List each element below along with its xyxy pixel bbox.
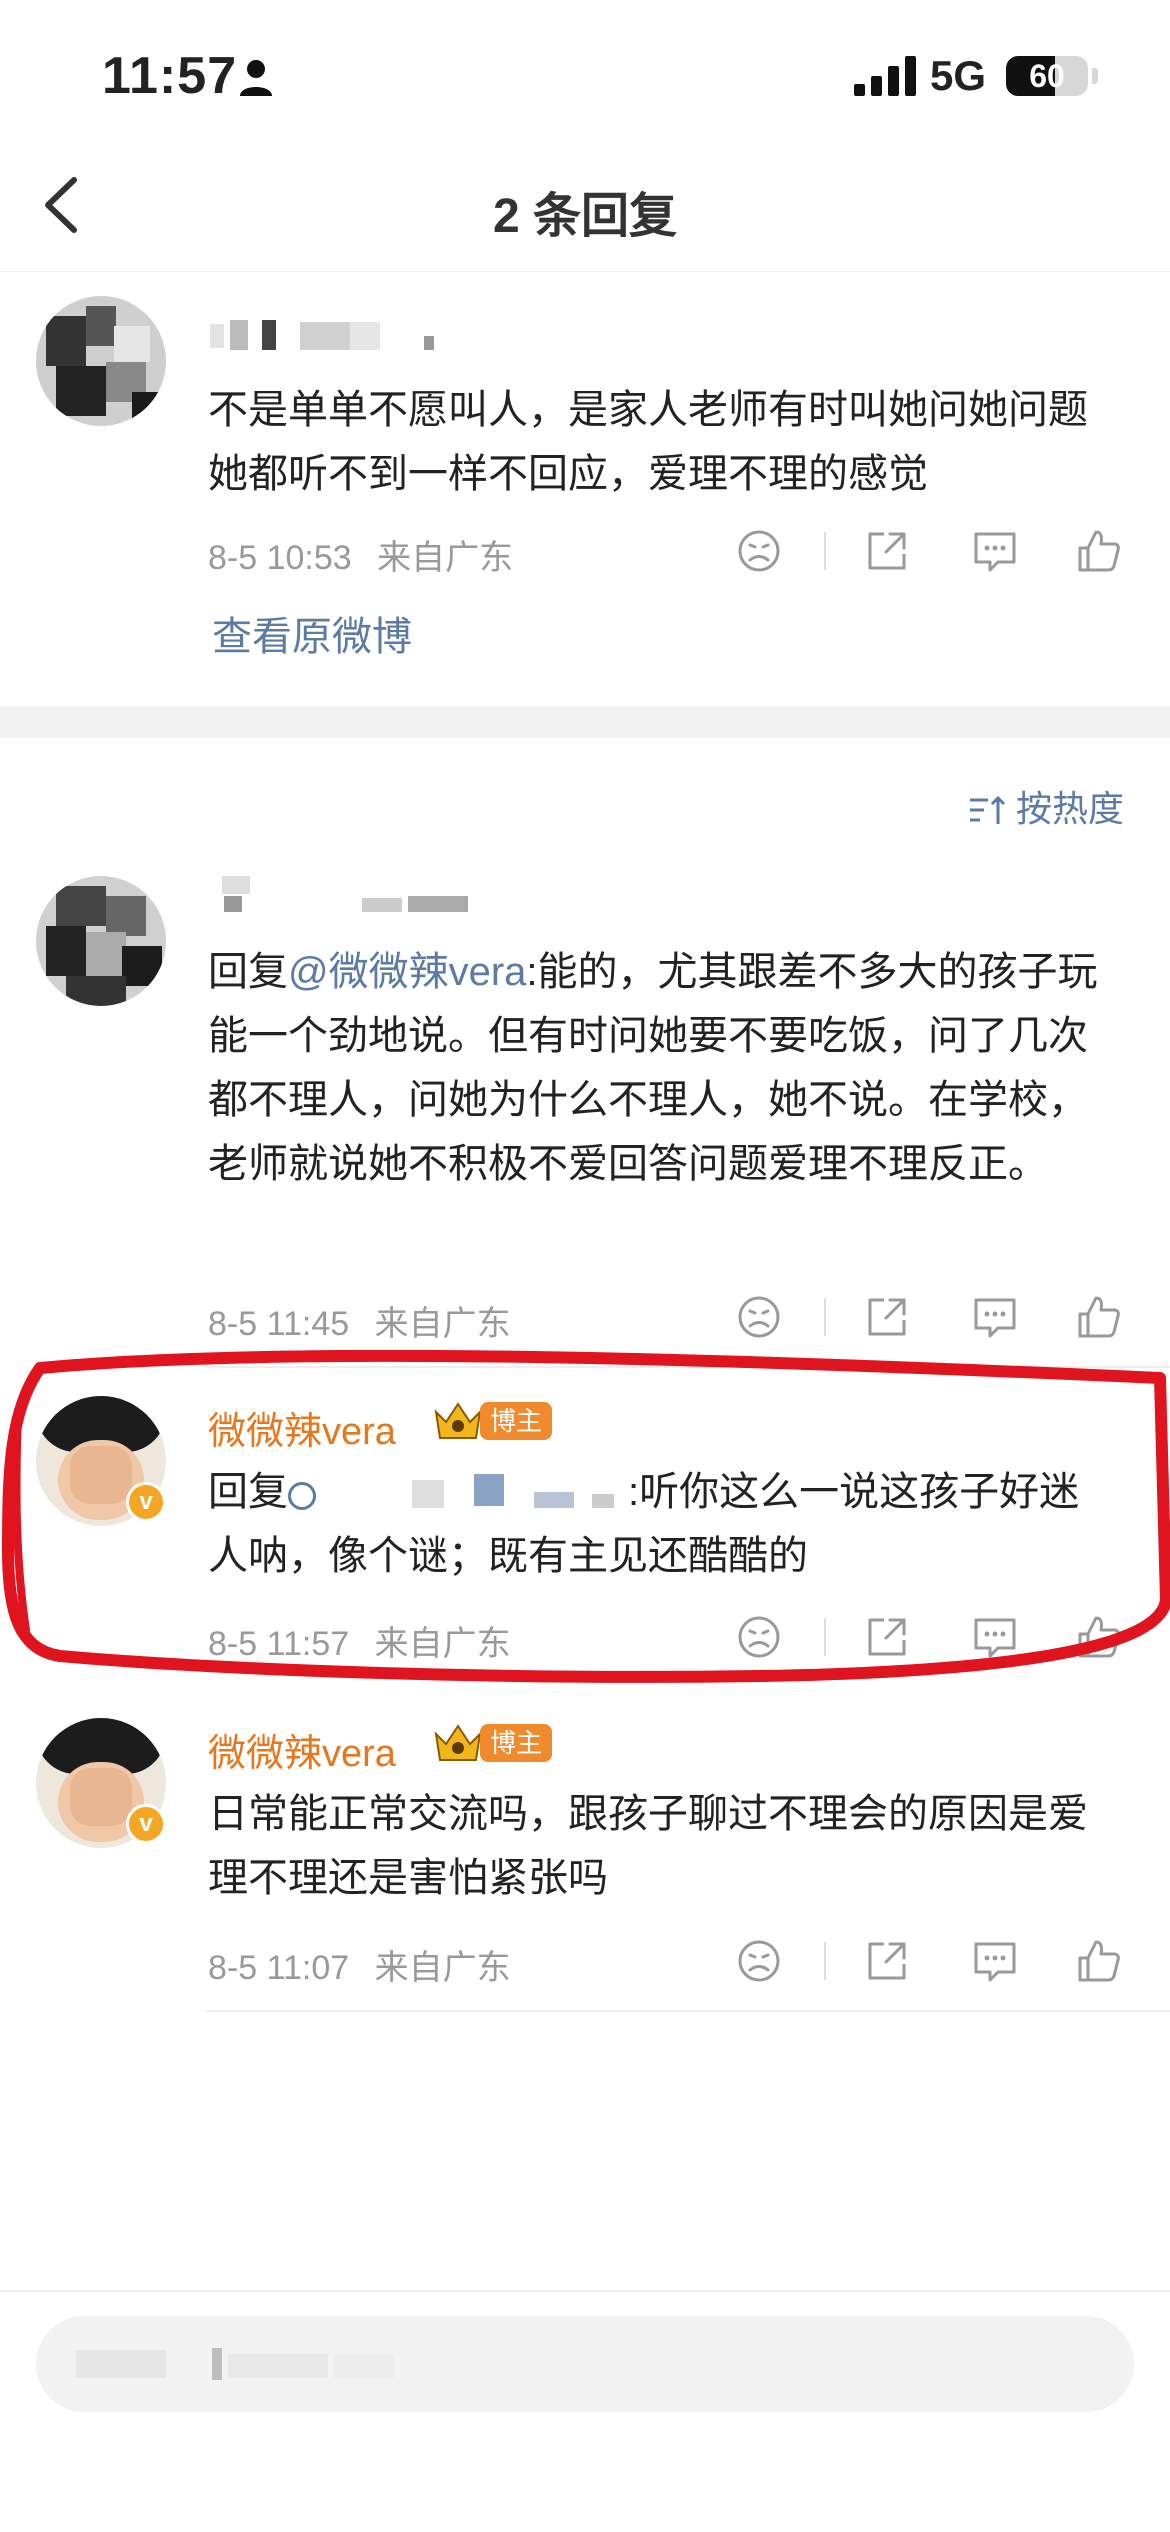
share-icon[interactable] — [862, 526, 912, 576]
comment-time: 8-5 11:07 — [208, 1949, 350, 1987]
comment-time: 8-5 10:53 — [208, 539, 352, 577]
comment-actions — [734, 1936, 1124, 1986]
comment-text: 回复 :听你这么一说这孩子好迷人呐，像个谜；既有主见还酷酷的 — [208, 1460, 1118, 1588]
avatar[interactable] — [36, 876, 166, 1006]
comment-meta: 8-5 11:07 来自广东 — [208, 1940, 527, 1989]
username-blurred[interactable] — [210, 318, 470, 352]
like-icon[interactable] — [1074, 526, 1124, 576]
like-icon[interactable] — [1074, 1936, 1124, 1986]
person-icon — [240, 60, 272, 96]
comment-meta: 8-5 11:45 来自广东 — [208, 1296, 527, 1345]
section-divider — [0, 706, 1170, 738]
row-divider — [206, 1366, 1170, 1368]
battery-icon: 60 — [1006, 56, 1088, 96]
comment-text: 回复@微微辣vera:能的，尤其跟差不多大的孩子玩能一个劲地说。但有时问她要不要… — [208, 940, 1118, 1196]
avatar[interactable] — [36, 296, 166, 426]
blogger-badge: 博主 — [480, 1724, 553, 1762]
battery-level: 60 — [1029, 58, 1065, 94]
comment-text: 日常能正常交流吗，跟孩子聊过不理会的原因是爱理不理还是害怕紧张吗 — [208, 1792, 1088, 1900]
comment-actions — [734, 1612, 1124, 1662]
view-original-link[interactable]: 查看原微博 — [212, 604, 412, 662]
mention-link[interactable]: @微微辣vera — [288, 950, 526, 994]
comment-meta: 8-5 11:57 来自广东 — [208, 1616, 527, 1665]
battery-tip — [1092, 68, 1098, 84]
share-icon[interactable] — [862, 1936, 912, 1986]
comment-meta: 8-5 10:53 来自广东 — [208, 530, 529, 579]
reply-prefix: 回复 — [208, 1470, 288, 1514]
dislike-face-icon[interactable] — [734, 1612, 784, 1662]
comment-icon[interactable] — [970, 1292, 1020, 1342]
username-blurred[interactable] — [212, 876, 472, 916]
username[interactable]: 微微辣vera — [208, 1722, 396, 1777]
reply-input[interactable] — [36, 2316, 1134, 2412]
comment-location: 来自广东 — [374, 1625, 511, 1663]
share-icon[interactable] — [862, 1292, 912, 1342]
status-bar: 11:57 5G 60 — [0, 0, 1170, 150]
comment-location: 来自广东 — [374, 1949, 511, 1987]
status-time: 11:57 — [102, 47, 238, 105]
dislike-face-icon[interactable] — [734, 1936, 784, 1986]
nav-bar: 2 条回复 — [0, 150, 1170, 272]
sort-button[interactable]: 按热度 — [968, 780, 1124, 832]
page-title: 2 条回复 — [492, 190, 678, 243]
sort-label: 按热度 — [1015, 788, 1124, 829]
sort-icon — [969, 796, 1006, 825]
comment-actions — [734, 526, 1124, 576]
network-label: 5G — [930, 52, 987, 99]
reply-prefix: 回复 — [208, 950, 288, 994]
dislike-face-icon[interactable] — [734, 1292, 784, 1342]
crown-icon — [434, 1724, 482, 1761]
action-divider — [824, 1942, 826, 1980]
comment-time: 8-5 11:45 — [208, 1305, 350, 1343]
share-icon[interactable] — [862, 1612, 912, 1662]
signal-icon — [854, 56, 916, 96]
comment-text: 不是单单不愿叫人，是家人老师有时叫她问她问题她都听不到一样不回应，爱理不理的感觉 — [208, 388, 1088, 496]
verified-badge-icon: v — [126, 1482, 166, 1522]
comment-icon[interactable] — [970, 526, 1020, 576]
crown-icon — [434, 1402, 482, 1439]
bottom-divider — [0, 2290, 1170, 2292]
row-divider — [206, 2010, 1170, 2012]
action-divider — [824, 532, 826, 570]
mention-blurred[interactable] — [288, 1474, 628, 1514]
like-icon[interactable] — [1074, 1292, 1124, 1342]
blogger-badge: 博主 — [480, 1402, 553, 1440]
comment-location: 来自广东 — [377, 539, 514, 577]
verified-badge-icon: v — [126, 1804, 166, 1844]
dislike-face-icon[interactable] — [734, 526, 784, 576]
action-divider — [824, 1298, 826, 1336]
username[interactable]: 微微辣vera — [208, 1400, 396, 1455]
action-divider — [824, 1618, 826, 1656]
comment-time: 8-5 11:57 — [208, 1625, 350, 1663]
comment-icon[interactable] — [970, 1936, 1020, 1986]
comment-actions — [734, 1292, 1124, 1342]
comment-icon[interactable] — [970, 1612, 1020, 1662]
like-icon[interactable] — [1074, 1612, 1124, 1662]
comment-location: 来自广东 — [374, 1305, 511, 1343]
